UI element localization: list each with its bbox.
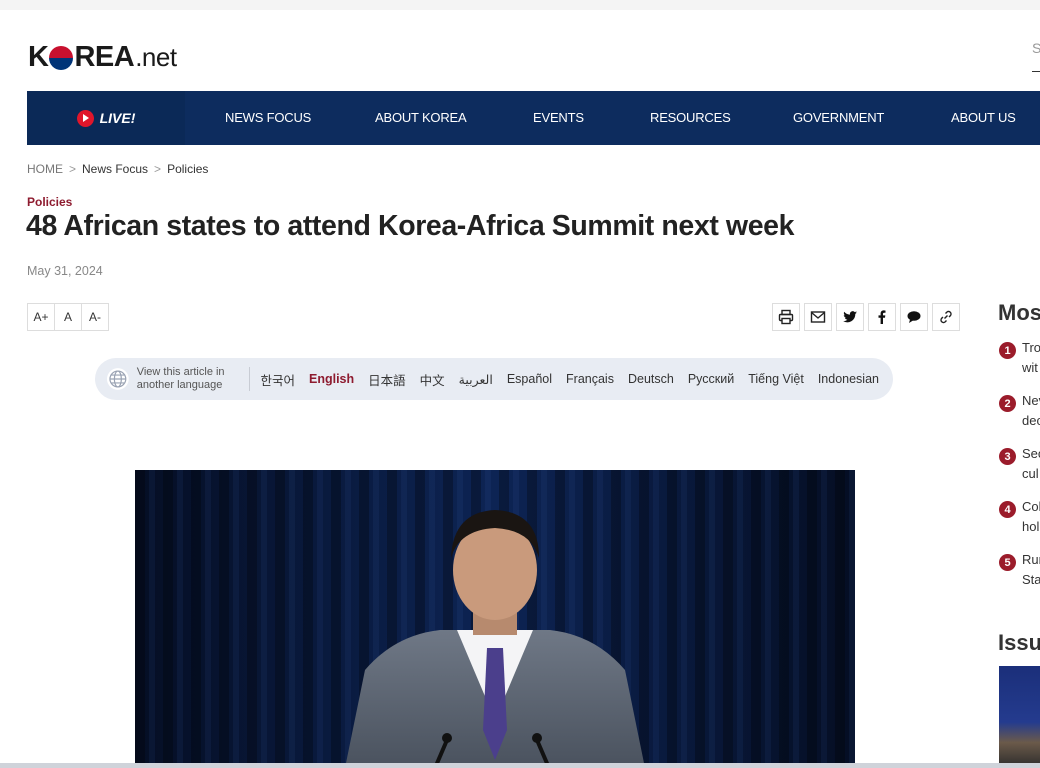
breadcrumb-separator: >	[154, 162, 162, 176]
logo-letter-k: K	[28, 40, 49, 73]
print-button[interactable]	[772, 303, 800, 331]
most-viewed-item[interactable]: 2 Nevdec	[999, 391, 1040, 431]
lang-japanese[interactable]: 日本語	[368, 370, 406, 389]
lang-vietnamese[interactable]: Tiếng Việt	[748, 372, 804, 386]
link-icon	[940, 310, 952, 324]
rank-badge: 1	[999, 342, 1016, 359]
most-viewed-item[interactable]: 3 Seccul	[999, 444, 1040, 484]
top-strip	[0, 0, 1040, 10]
font-larger-button[interactable]: A+	[27, 303, 55, 331]
breadcrumb-home[interactable]: HOME	[27, 162, 63, 176]
language-selector-bar: View this article in another language 한국…	[95, 358, 893, 400]
lang-english[interactable]: English	[309, 372, 354, 386]
comment-button[interactable]	[900, 303, 928, 331]
most-viewed-item[interactable]: 5 RunSta	[999, 550, 1040, 590]
twitter-button[interactable]	[836, 303, 864, 331]
lang-german[interactable]: Deutsch	[628, 372, 674, 386]
most-viewed-title: Mos	[998, 300, 1040, 325]
lang-french[interactable]: Français	[566, 372, 614, 386]
lang-spanish[interactable]: Español	[507, 372, 552, 386]
nav-news-focus[interactable]: NEWS FOCUS	[225, 91, 311, 145]
rank-headline: Seccul	[1022, 446, 1040, 481]
language-bar-label: View this article in another language	[136, 366, 225, 391]
globe-icon	[106, 368, 129, 390]
breadcrumb-separator: >	[69, 162, 77, 176]
lang-indonesian[interactable]: Indonesian	[818, 372, 879, 386]
rank-badge: 2	[999, 395, 1016, 412]
logo-dot-net: .net	[135, 41, 177, 72]
lang-chinese[interactable]: 中文	[420, 370, 445, 389]
issues-title: Issu	[998, 630, 1040, 655]
article-title: 48 African states to attend Korea-Africa…	[26, 210, 795, 242]
rank-headline: Nevdec	[1022, 393, 1040, 428]
breadcrumb-policies[interactable]: Policies	[167, 162, 208, 176]
print-icon	[778, 309, 794, 325]
taegeuk-logo-icon	[49, 46, 74, 70]
font-size-controls: A+ A A-	[27, 303, 109, 331]
rank-headline: Tro wit	[1022, 340, 1040, 375]
lang-russian[interactable]: Русский	[688, 372, 734, 386]
rank-badge: 4	[999, 501, 1016, 518]
email-button[interactable]	[804, 303, 832, 331]
font-default-button[interactable]: A	[54, 303, 82, 331]
rank-headline: Col hol	[1022, 499, 1040, 534]
share-toolbar	[772, 303, 960, 331]
breadcrumb-news-focus[interactable]: News Focus	[82, 162, 148, 176]
nav-resources[interactable]: RESOURCES	[650, 91, 731, 145]
most-viewed-item[interactable]: 1 Tro wit	[999, 338, 1040, 378]
play-icon	[76, 109, 94, 127]
email-icon	[810, 311, 826, 323]
issue-thumbnail[interactable]	[999, 666, 1040, 768]
nav-about-korea[interactable]: ABOUT KOREA	[375, 91, 467, 145]
font-smaller-button[interactable]: A-	[81, 303, 109, 331]
main-navigation: LIVE! NEWS FOCUS ABOUT KOREA EVENTS RESO…	[27, 91, 1040, 145]
search-input[interactable]: S	[1032, 40, 1040, 72]
korea-net-logo[interactable]: K REA .net	[28, 41, 177, 73]
nav-about-us[interactable]: ABOUT US	[951, 91, 1016, 145]
rank-badge: 3	[999, 448, 1016, 465]
lang-korean[interactable]: 한국어	[260, 370, 295, 389]
most-viewed-item[interactable]: 4 Col hol	[999, 497, 1040, 537]
article-date: May 31, 2024	[27, 264, 103, 278]
lang-arabic[interactable]: العربية	[459, 372, 493, 387]
browser-bottom-bar	[0, 763, 1040, 768]
logo-letters: REA	[74, 40, 135, 73]
breadcrumb: HOME > News Focus > Policies	[27, 162, 208, 176]
article-category[interactable]: Policies	[27, 195, 72, 209]
language-bar-divider	[249, 367, 251, 391]
live-button[interactable]: LIVE!	[27, 91, 185, 145]
rank-badge: 5	[999, 554, 1016, 571]
press-briefing-photo	[135, 470, 855, 768]
facebook-button[interactable]	[868, 303, 896, 331]
nav-government[interactable]: GOVERNMENT	[793, 91, 884, 145]
copy-link-button[interactable]	[932, 303, 960, 331]
nav-events[interactable]: EVENTS	[533, 91, 584, 145]
live-label: LIVE!	[99, 110, 136, 126]
rank-headline: RunSta	[1022, 552, 1040, 587]
twitter-icon	[843, 311, 857, 323]
comment-icon	[907, 311, 921, 323]
facebook-icon	[878, 310, 886, 324]
article-photo	[135, 470, 855, 768]
